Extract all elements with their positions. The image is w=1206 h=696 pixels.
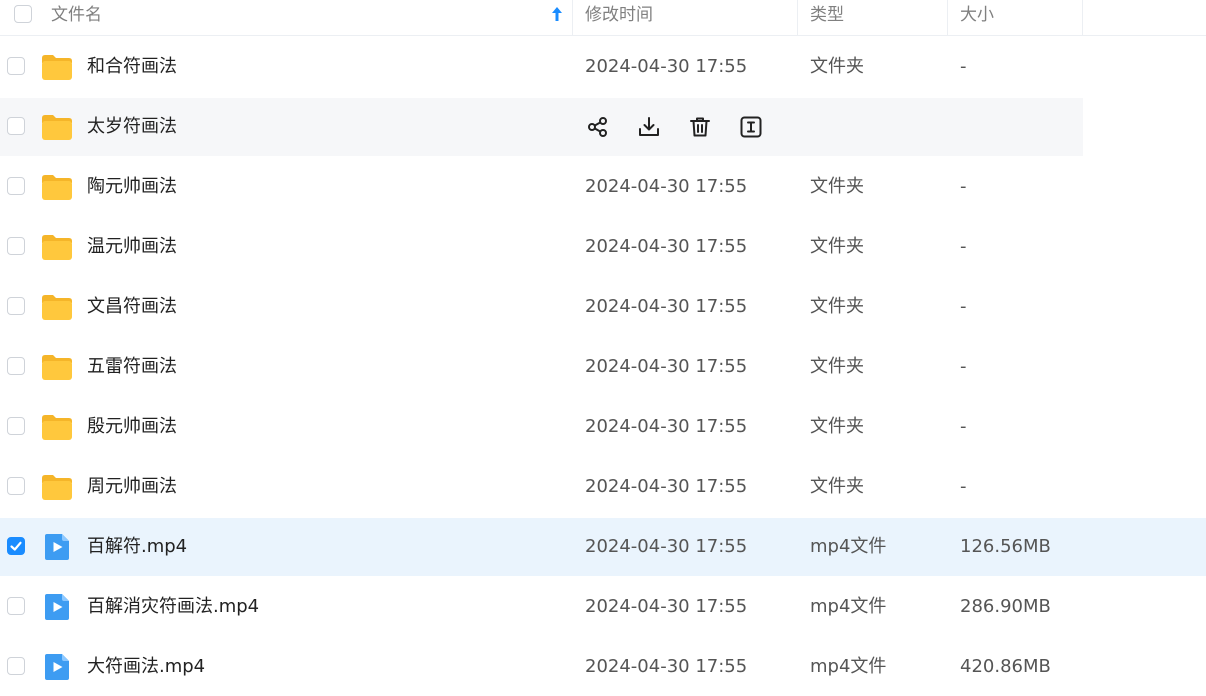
row-checkbox[interactable] xyxy=(7,297,25,315)
table-row[interactable]: 和合符画法 2024-04-30 17:55 文件夹 - xyxy=(0,38,1206,96)
row-checkbox[interactable] xyxy=(7,237,25,255)
table-row[interactable]: 温元帅画法 2024-04-30 17:55 文件夹 - xyxy=(0,218,1206,276)
table-row[interactable]: 陶元帅画法 2024-04-30 17:55 文件夹 - xyxy=(0,158,1206,216)
table-header: 文件名 修改时间 类型 大小 xyxy=(0,0,1206,36)
table-row[interactable]: 百解符.mp4 2024-04-30 17:55 mp4文件 126.56MB xyxy=(0,518,1206,576)
column-divider[interactable] xyxy=(947,0,948,36)
file-list-table: 文件名 修改时间 类型 大小 和合符画法 2024-04-30 17:55 文件… xyxy=(0,0,1206,687)
folder-icon xyxy=(41,353,73,385)
file-name[interactable]: 百解符.mp4 xyxy=(87,518,187,576)
row-checkbox[interactable] xyxy=(7,57,25,75)
column-divider[interactable] xyxy=(797,0,798,36)
file-size: - xyxy=(960,176,967,197)
file-name[interactable]: 陶元帅画法 xyxy=(87,158,177,216)
file-name[interactable]: 温元帅画法 xyxy=(87,218,177,276)
file-size: 126.56MB xyxy=(960,536,1051,557)
column-divider[interactable] xyxy=(1082,0,1083,36)
column-header-name[interactable]: 文件名 xyxy=(51,0,102,36)
row-checkbox[interactable] xyxy=(7,417,25,435)
folder-icon xyxy=(41,53,73,85)
file-name[interactable]: 文昌符画法 xyxy=(87,278,177,336)
modified-time: 2024-04-30 17:55 xyxy=(585,476,748,497)
file-size: - xyxy=(960,356,967,377)
modified-time: 2024-04-30 17:55 xyxy=(585,596,748,617)
folder-icon xyxy=(41,473,73,505)
file-type: 文件夹 xyxy=(810,56,864,77)
modified-time: 2024-04-30 17:55 xyxy=(585,656,748,677)
sort-ascending-icon[interactable] xyxy=(550,5,564,27)
select-all-checkbox[interactable] xyxy=(14,5,32,23)
row-checkbox[interactable] xyxy=(7,357,25,375)
table-row[interactable]: 五雷符画法 2024-04-30 17:55 文件夹 - xyxy=(0,338,1206,396)
row-checkbox[interactable] xyxy=(7,177,25,195)
video-file-icon xyxy=(44,593,70,625)
file-name[interactable]: 五雷符画法 xyxy=(87,338,177,396)
folder-icon xyxy=(41,113,73,145)
video-file-icon xyxy=(44,533,70,565)
file-size: - xyxy=(960,476,967,497)
table-row[interactable]: 文昌符画法 2024-04-30 17:55 文件夹 - xyxy=(0,278,1206,336)
file-size: - xyxy=(960,416,967,437)
rename-icon[interactable] xyxy=(738,114,764,140)
row-checkbox[interactable] xyxy=(7,537,25,555)
modified-time: 2024-04-30 17:55 xyxy=(585,176,748,197)
folder-icon xyxy=(41,233,73,265)
file-type: mp4文件 xyxy=(810,656,887,677)
modified-time: 2024-04-30 17:55 xyxy=(585,416,748,437)
file-size: - xyxy=(960,236,967,257)
row-checkbox[interactable] xyxy=(7,657,25,675)
folder-icon xyxy=(41,413,73,445)
modified-time: 2024-04-30 17:55 xyxy=(585,356,748,377)
column-header-type[interactable]: 类型 xyxy=(810,0,844,36)
modified-time: 2024-04-30 17:55 xyxy=(585,56,748,77)
file-type: 文件夹 xyxy=(810,176,864,197)
video-file-icon xyxy=(44,653,70,685)
table-row[interactable]: 太岁符画法 xyxy=(0,98,1083,156)
file-name[interactable]: 和合符画法 xyxy=(87,38,177,96)
file-size: 286.90MB xyxy=(960,596,1051,617)
file-type: 文件夹 xyxy=(810,416,864,437)
modified-time: 2024-04-30 17:55 xyxy=(585,296,748,317)
file-name[interactable]: 大符画法.mp4 xyxy=(87,638,205,696)
modified-time: 2024-04-30 17:55 xyxy=(585,536,748,557)
row-checkbox[interactable] xyxy=(7,597,25,615)
file-name[interactable]: 殷元帅画法 xyxy=(87,398,177,456)
checkmark-icon xyxy=(10,541,22,551)
column-header-modified[interactable]: 修改时间 xyxy=(585,0,653,36)
table-row[interactable]: 殷元帅画法 2024-04-30 17:55 文件夹 - xyxy=(0,398,1206,456)
file-type: 文件夹 xyxy=(810,236,864,257)
file-type: mp4文件 xyxy=(810,536,887,557)
trash-icon[interactable] xyxy=(687,114,713,140)
file-type: 文件夹 xyxy=(810,296,864,317)
table-row[interactable]: 百解消灾符画法.mp4 2024-04-30 17:55 mp4文件 286.9… xyxy=(0,578,1206,636)
file-name[interactable]: 太岁符画法 xyxy=(87,98,177,156)
table-row[interactable]: 周元帅画法 2024-04-30 17:55 文件夹 - xyxy=(0,458,1206,516)
folder-icon xyxy=(41,293,73,325)
column-header-size[interactable]: 大小 xyxy=(960,0,994,36)
column-divider[interactable] xyxy=(572,0,573,36)
table-row[interactable]: 大符画法.mp4 2024-04-30 17:55 mp4文件 420.86MB xyxy=(0,638,1206,696)
folder-icon xyxy=(41,173,73,205)
file-size: - xyxy=(960,296,967,317)
file-name[interactable]: 周元帅画法 xyxy=(87,458,177,516)
modified-time: 2024-04-30 17:55 xyxy=(585,236,748,257)
file-name[interactable]: 百解消灾符画法.mp4 xyxy=(87,578,259,636)
file-type: 文件夹 xyxy=(810,356,864,377)
share-icon[interactable] xyxy=(585,114,611,140)
row-checkbox[interactable] xyxy=(7,477,25,495)
download-icon[interactable] xyxy=(636,114,662,140)
file-type: mp4文件 xyxy=(810,596,887,617)
row-checkbox[interactable] xyxy=(7,117,25,135)
file-size: - xyxy=(960,56,967,77)
file-type: 文件夹 xyxy=(810,476,864,497)
file-size: 420.86MB xyxy=(960,656,1051,677)
